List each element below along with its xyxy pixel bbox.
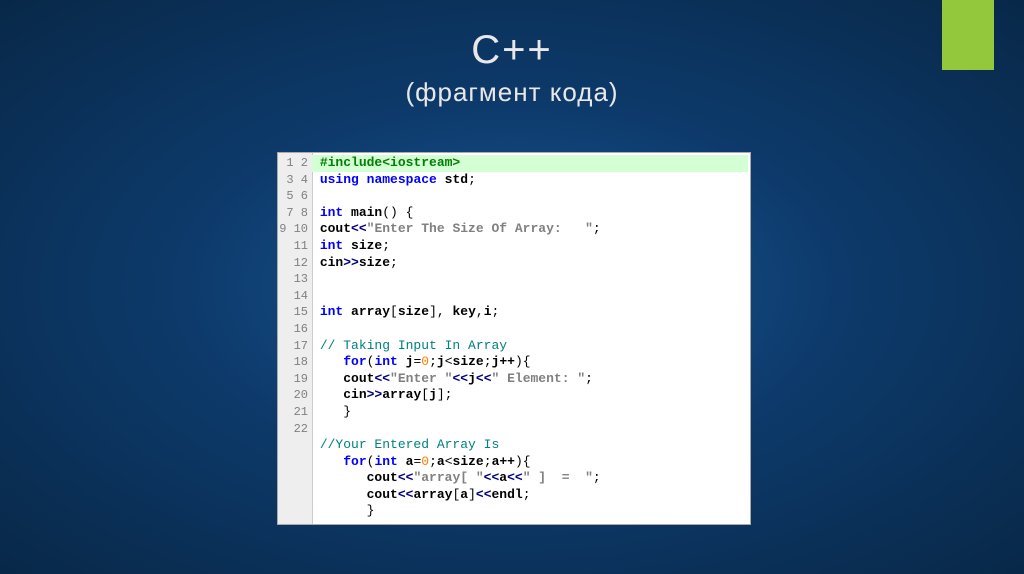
line-numbers: 1 2 3 4 5 6 7 8 9 10 11 12 13 14 15 16 1… bbox=[278, 155, 312, 437]
title-sub: (фрагмент кода) bbox=[0, 77, 1024, 108]
code-editor: 1 2 3 4 5 6 7 8 9 10 11 12 13 14 15 16 1… bbox=[277, 152, 751, 525]
line-number-gutter: 1 2 3 4 5 6 7 8 9 10 11 12 13 14 15 16 1… bbox=[278, 153, 313, 524]
slide-title: C++ (фрагмент кода) bbox=[0, 28, 1024, 108]
code-content: #include<iostream> using namespace std; … bbox=[312, 155, 748, 520]
title-main: C++ bbox=[0, 28, 1024, 73]
slide: C++ (фрагмент кода) 1 2 3 4 5 6 7 8 9 10… bbox=[0, 0, 1024, 574]
